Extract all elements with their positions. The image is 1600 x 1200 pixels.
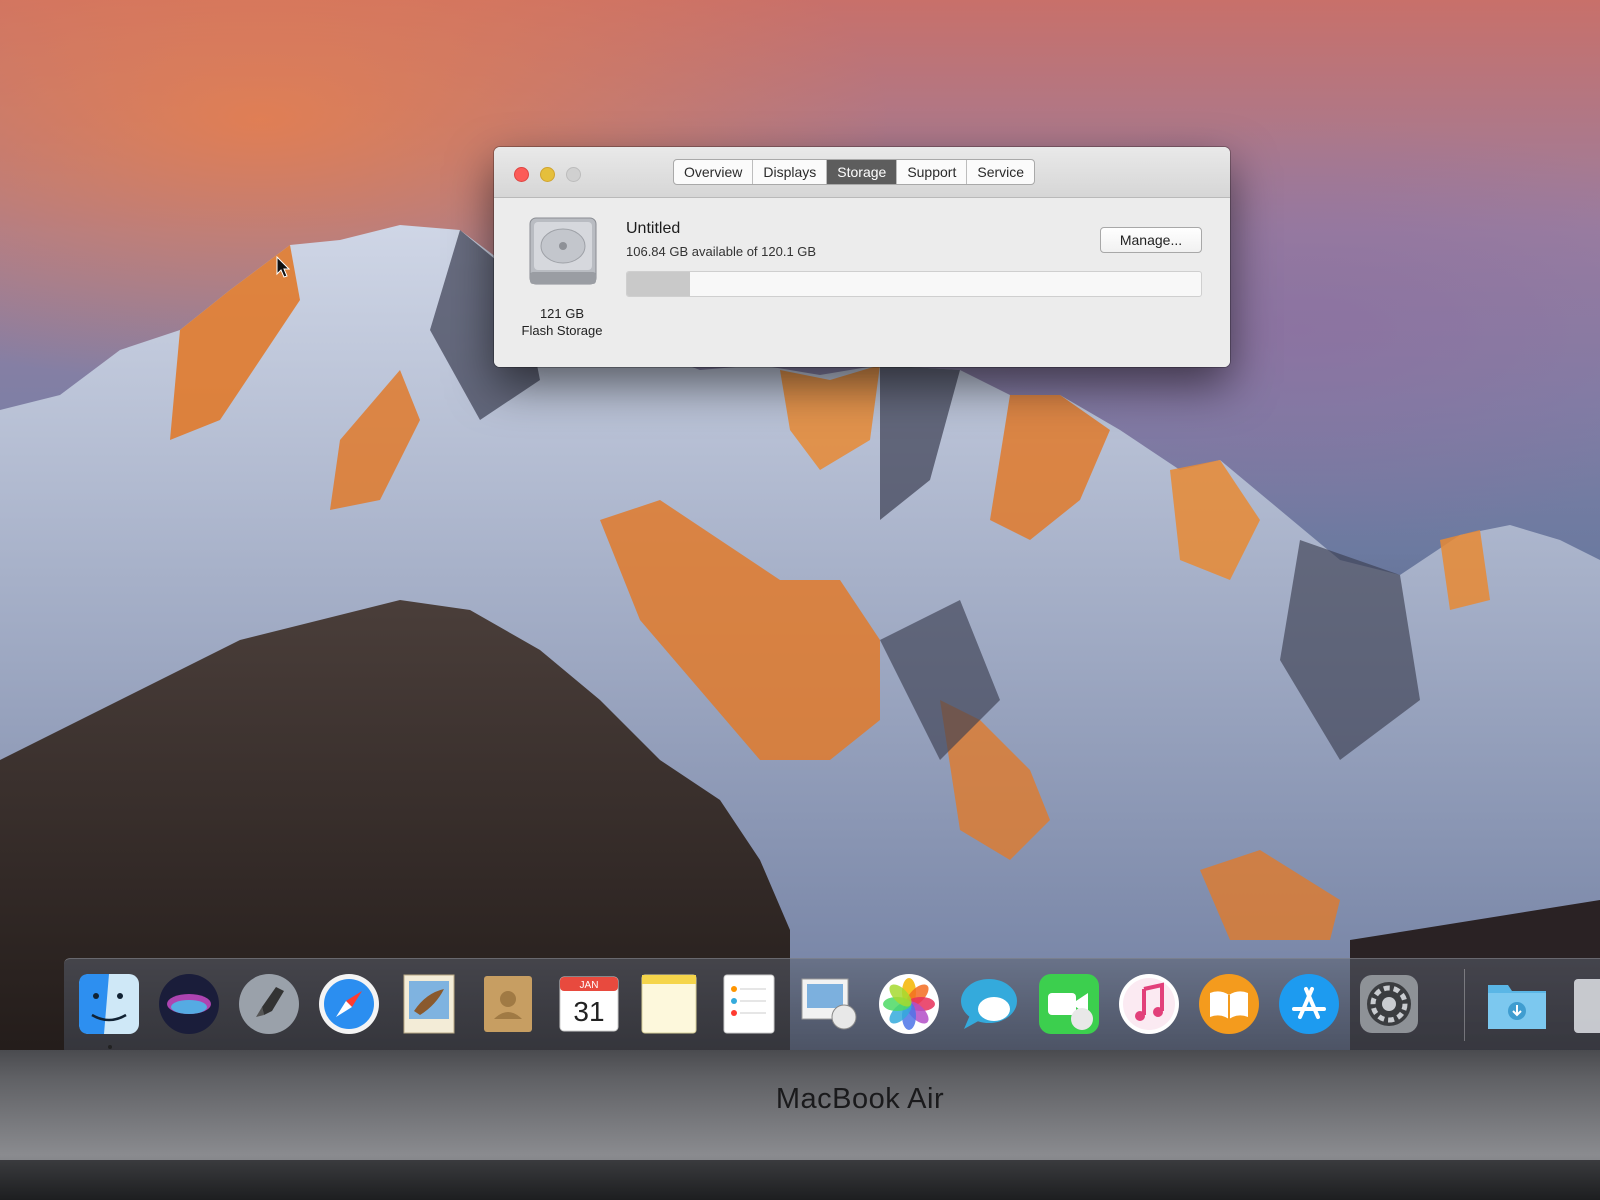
tab-displays[interactable]: Displays: [753, 160, 828, 184]
minimize-window-icon[interactable]: [540, 167, 555, 182]
volume-name: Untitled: [626, 220, 681, 237]
zoom-window-icon[interactable]: [566, 167, 581, 182]
disk-capacity-label: 121 GB Flash Storage: [512, 305, 612, 339]
mouse-cursor-icon: [276, 256, 290, 278]
window-controls: [514, 167, 581, 182]
siri-icon[interactable]: [156, 971, 222, 1037]
finder-running-indicator: [108, 1045, 112, 1049]
tab-overview[interactable]: Overview: [674, 160, 754, 184]
dock: JAN 31: [64, 958, 1600, 1055]
storage-pane: 121 GB Flash Storage Untitled 106.84 GB …: [494, 198, 1230, 367]
storage-used-segment: [627, 272, 691, 296]
safari-icon[interactable]: [316, 971, 382, 1037]
messages-icon[interactable]: [956, 971, 1022, 1037]
calendar-month: JAN: [580, 980, 599, 991]
dock-separator: [1464, 969, 1465, 1041]
calendar-day: 31: [573, 996, 604, 1027]
system-preferences-icon[interactable]: [1356, 971, 1422, 1037]
trash-icon[interactable]: [1564, 971, 1600, 1037]
disk-capacity: 121 GB: [539, 306, 585, 321]
laptop-brand-label: MacBook Air: [775, 1083, 945, 1115]
calendar-icon[interactable]: JAN 31: [556, 971, 622, 1037]
facetime-icon[interactable]: [1036, 971, 1102, 1037]
window-titlebar[interactable]: Overview Displays Storage Support Servic…: [494, 147, 1230, 198]
notes-icon[interactable]: [636, 971, 702, 1037]
tab-support[interactable]: Support: [897, 160, 968, 184]
laptop-base: [0, 1160, 1600, 1200]
volume-availability: 106.84 GB available of 120.1 GB: [626, 244, 817, 259]
tab-service[interactable]: Service: [967, 160, 1034, 184]
launchpad-icon[interactable]: [236, 971, 302, 1037]
reminders-icon[interactable]: [716, 971, 782, 1037]
ibooks-icon[interactable]: [1196, 971, 1262, 1037]
keynote-icon[interactable]: [796, 971, 862, 1037]
disk-type: Flash Storage: [521, 323, 603, 338]
tab-bar: Overview Displays Storage Support Servic…: [673, 159, 1036, 185]
downloads-folder-icon[interactable]: [1484, 971, 1550, 1037]
manage-button[interactable]: Manage...: [1100, 227, 1202, 253]
contacts-icon[interactable]: [476, 971, 542, 1037]
app-store-icon[interactable]: [1276, 971, 1342, 1037]
close-window-icon[interactable]: [514, 167, 529, 182]
storage-usage-bar: [626, 271, 1202, 297]
itunes-icon[interactable]: [1116, 971, 1182, 1037]
tab-storage[interactable]: Storage: [827, 160, 898, 184]
finder-icon[interactable]: [76, 971, 142, 1037]
flash-drive-icon: [529, 217, 597, 285]
about-this-mac-window: Overview Displays Storage Support Servic…: [494, 147, 1230, 367]
mail-icon[interactable]: [396, 971, 462, 1037]
photos-icon[interactable]: [876, 971, 942, 1037]
